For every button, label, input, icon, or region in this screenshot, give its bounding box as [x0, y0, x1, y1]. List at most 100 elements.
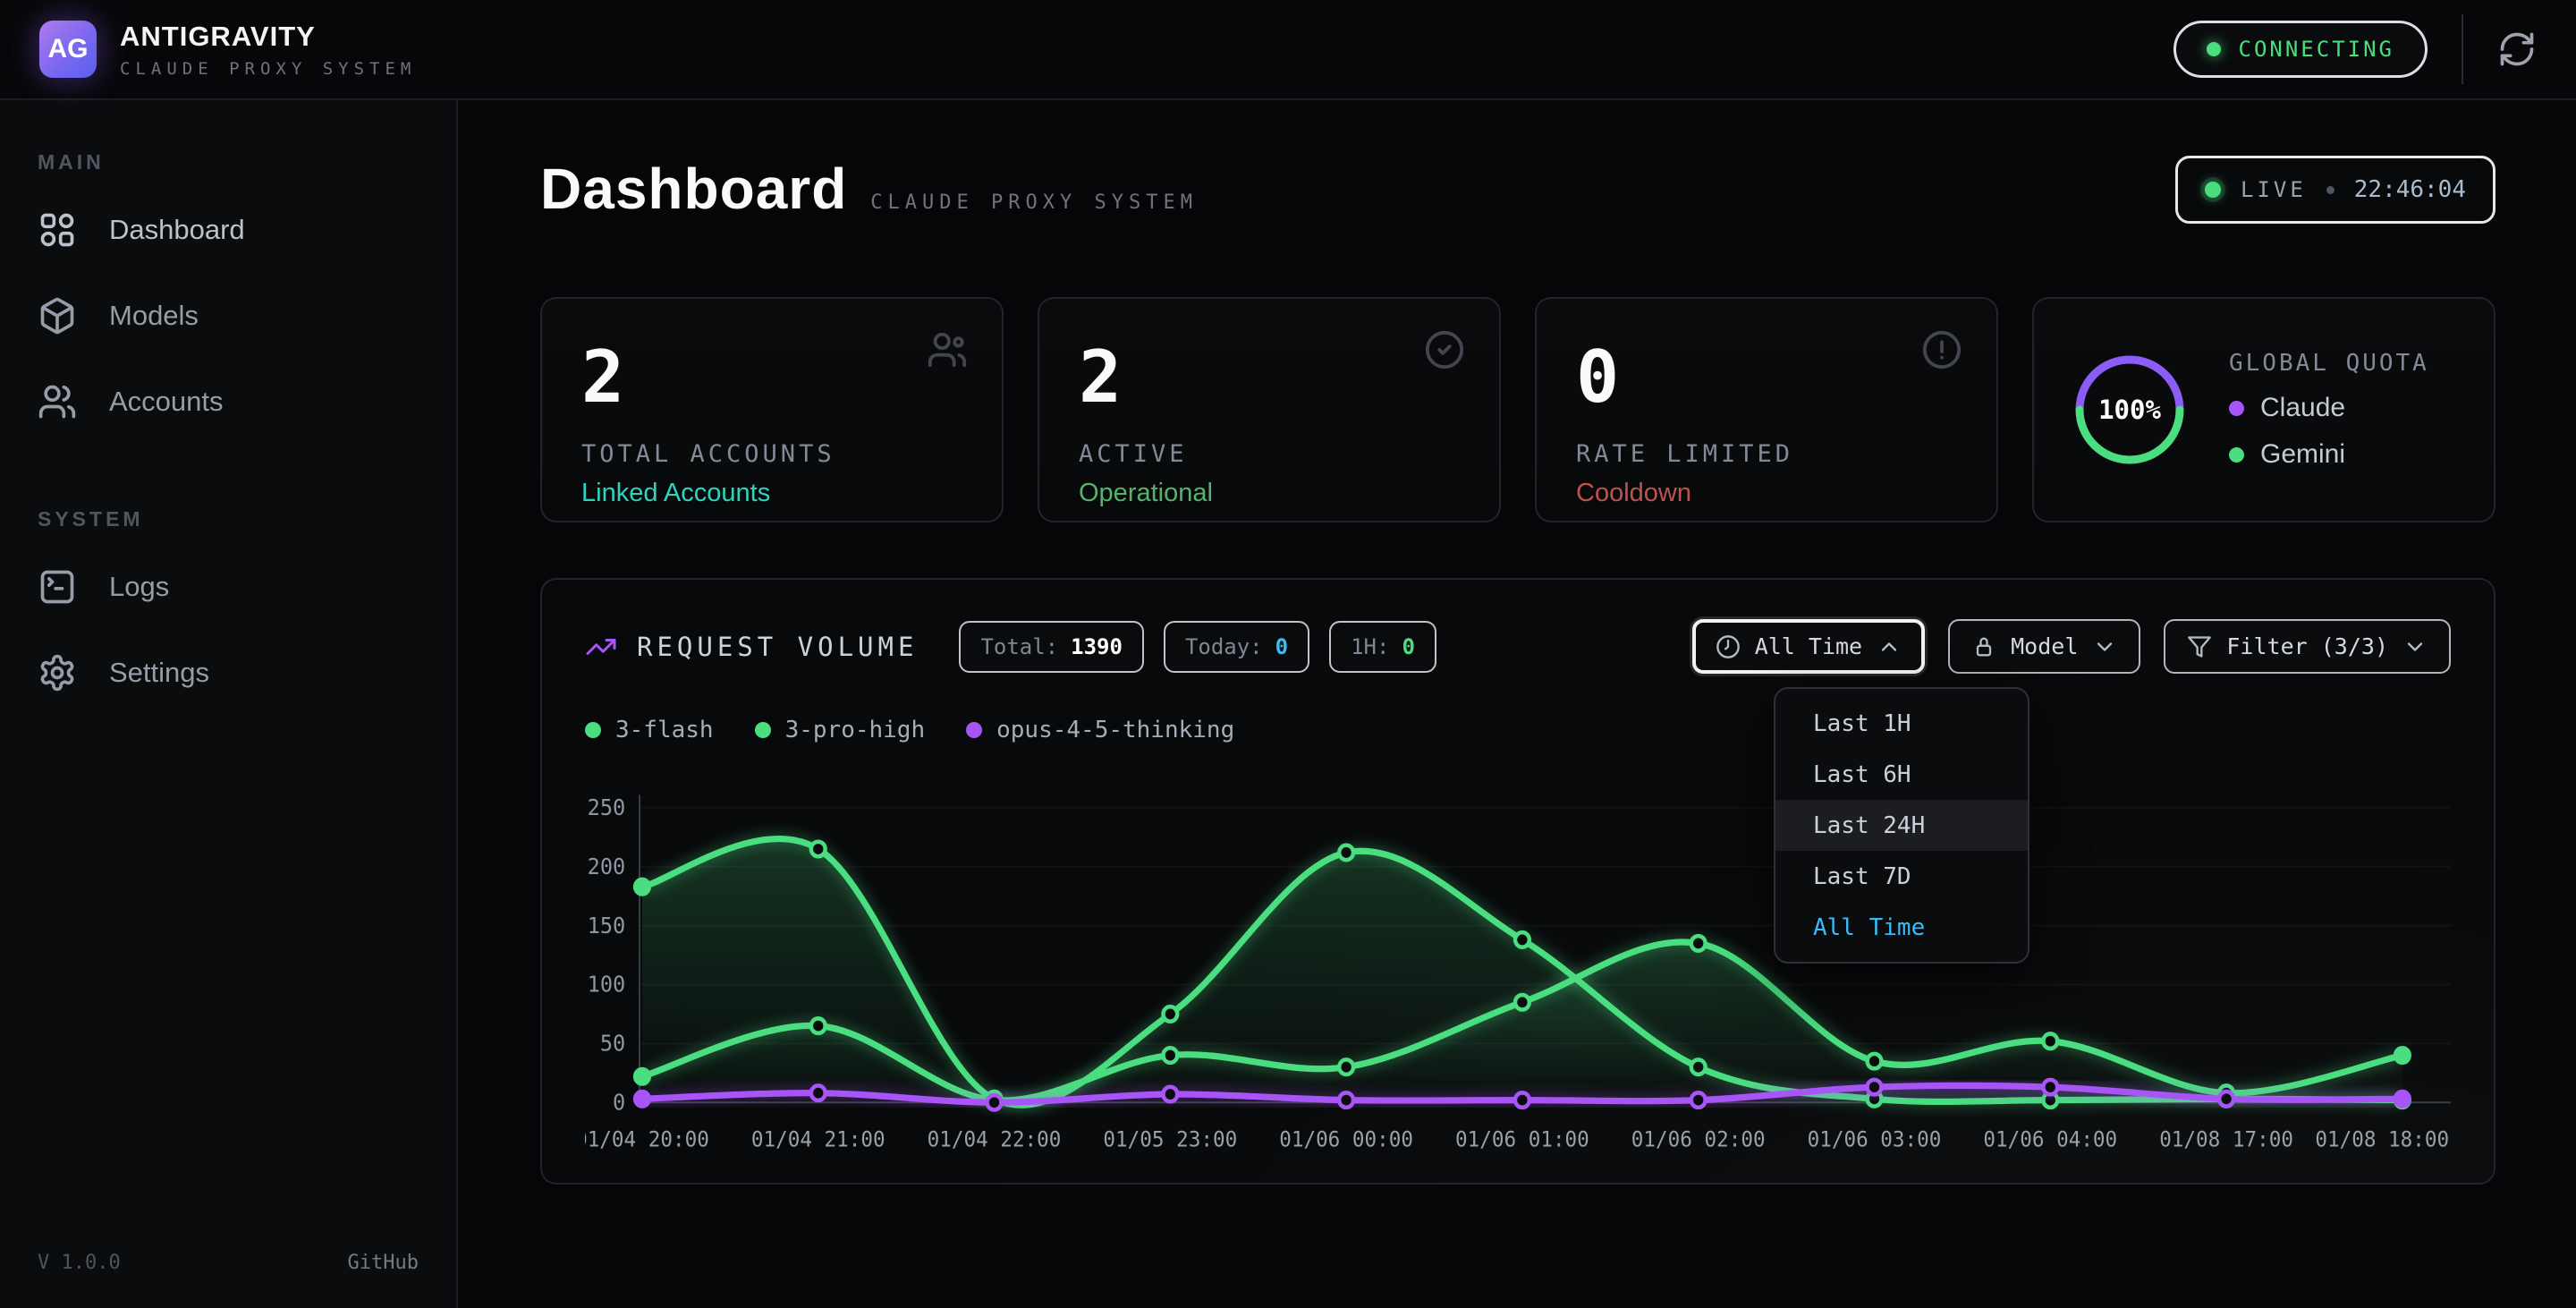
quota-legend-claude: Claude	[2229, 393, 2429, 423]
dropdown-item-last-7d[interactable]: Last 7D	[1775, 851, 2028, 902]
sidebar-item-dashboard[interactable]: Dashboard	[0, 187, 456, 273]
header-actions: CONNECTING	[2174, 14, 2538, 84]
users-icon	[927, 329, 968, 370]
terminal-icon	[38, 567, 77, 607]
legend-dot-icon	[585, 722, 601, 738]
pill-value: 0	[1275, 634, 1288, 659]
today-pill: Today: 0	[1164, 621, 1309, 673]
live-status-badge: LIVE 22:46:04	[2175, 156, 2496, 224]
pill-label: 1H:	[1351, 634, 1389, 659]
chart-stat-pills: Total: 1390 Today: 0 1H: 0	[959, 621, 1436, 673]
stat-card-total-accounts: 2 TOTAL ACCOUNTS Linked Accounts	[540, 297, 1004, 522]
app-logo: AG	[39, 21, 97, 78]
sidebar: MAIN Dashboard Models Accounts SYSTEM Lo…	[0, 100, 458, 1308]
sidebar-item-accounts[interactable]: Accounts	[0, 359, 456, 445]
stat-sublabel: Cooldown	[1576, 479, 1957, 508]
stat-label: ACTIVE	[1079, 440, 1460, 468]
sidebar-item-label: Settings	[109, 657, 209, 689]
quota-ring: 100%	[2070, 350, 2190, 470]
check-circle-icon	[1424, 329, 1465, 370]
svg-text:0: 0	[613, 1090, 625, 1116]
filter-button[interactable]: Filter (3/3)	[2164, 619, 2451, 674]
status-dot-icon	[2207, 42, 2221, 56]
svg-text:50: 50	[600, 1031, 625, 1057]
stat-label: TOTAL ACCOUNTS	[581, 440, 962, 468]
stat-value: 2	[1079, 342, 1460, 413]
stat-card-global-quota: 100% GLOBAL QUOTA Claude Gemini	[2032, 297, 2496, 522]
clock-icon	[1716, 634, 1741, 659]
chart-header: REQUEST VOLUME Total: 1390 Today: 0 1H: …	[585, 619, 2451, 674]
live-dot-icon	[2205, 182, 2221, 198]
alert-circle-icon	[1921, 329, 1962, 370]
legend-item-opus-4-5-thinking: opus-4-5-thinking	[966, 717, 1234, 743]
sidebar-item-label: Models	[109, 300, 199, 332]
sidebar-item-models[interactable]: Models	[0, 273, 456, 359]
connection-status-label: CONNECTING	[2239, 37, 2395, 62]
live-clock: 22:46:04	[2354, 176, 2466, 203]
pill-label: Total:	[980, 634, 1058, 659]
funnel-icon	[2187, 634, 2212, 659]
chart-controls: All Time Model	[1692, 619, 2451, 674]
gear-icon	[38, 653, 77, 692]
svg-text:01/08 17:00: 01/08 17:00	[2159, 1128, 2293, 1152]
legend-label: opus-4-5-thinking	[996, 717, 1234, 743]
line-chart-svg: 05010015020025001/04 20:0001/04 21:0001/…	[585, 780, 2451, 1158]
chart-legend: 3-flash3-pro-highopus-4-5-thinking	[585, 717, 2451, 743]
request-volume-card: REQUEST VOLUME Total: 1390 Today: 0 1H: …	[540, 578, 2496, 1185]
time-range-dropdown: Last 1HLast 6HLast 24HLast 7DAll Time	[1774, 687, 2029, 964]
stat-value: 0	[1576, 342, 1957, 413]
svg-text:01/08 18:00: 01/08 18:00	[2315, 1128, 2449, 1152]
live-label: LIVE	[2241, 177, 2307, 202]
filter-button-label: Filter (3/3)	[2226, 633, 2388, 659]
quota-percent: 100%	[2070, 350, 2190, 470]
chevron-down-icon	[2402, 634, 2428, 659]
pill-label: Today:	[1185, 634, 1263, 659]
stat-sublabel: Operational	[1079, 479, 1460, 508]
dropdown-item-last-1h[interactable]: Last 1H	[1775, 698, 2028, 749]
sidebar-item-label: Logs	[109, 571, 169, 603]
quota-legend-gemini: Gemini	[2229, 439, 2429, 470]
dropdown-item-last-24h[interactable]: Last 24H	[1775, 800, 2028, 851]
github-link[interactable]: GitHub	[348, 1252, 419, 1274]
svg-text:150: 150	[588, 913, 626, 939]
model-button-label: Model	[2011, 633, 2078, 659]
legend-dot-icon	[755, 722, 771, 738]
svg-text:250: 250	[588, 795, 626, 821]
main-content: Dashboard CLAUDE PROXY SYSTEM LIVE 22:46…	[460, 100, 2576, 1308]
svg-text:01/06 03:00: 01/06 03:00	[1808, 1128, 1942, 1152]
claude-dot-icon	[2229, 401, 2244, 416]
time-range-button[interactable]: All Time	[1692, 619, 1925, 674]
sidebar-item-logs[interactable]: Logs	[0, 544, 456, 630]
refresh-icon[interactable]	[2497, 30, 2537, 69]
page-title-wrap: Dashboard CLAUDE PROXY SYSTEM	[540, 156, 1198, 222]
legend-item-3-flash: 3-flash	[585, 717, 714, 743]
app-title: ANTIGRAVITY	[120, 21, 416, 53]
model-filter-button[interactable]: Model	[1948, 619, 2140, 674]
svg-text:01/06 00:00: 01/06 00:00	[1279, 1128, 1413, 1152]
svg-text:100: 100	[588, 972, 626, 998]
legend-label: 3-flash	[615, 717, 714, 743]
legend-dot-icon	[966, 722, 982, 738]
pill-value: 1390	[1071, 634, 1123, 659]
sidebar-item-settings[interactable]: Settings	[0, 630, 456, 716]
stat-card-rate-limited: 0 RATE LIMITED Cooldown	[1535, 297, 1998, 522]
one-hour-pill: 1H: 0	[1329, 621, 1436, 673]
connection-status-badge[interactable]: CONNECTING	[2174, 21, 2428, 78]
svg-text:01/04 20:00: 01/04 20:00	[585, 1128, 709, 1152]
stat-card-active: 2 ACTIVE Operational	[1038, 297, 1501, 522]
pill-value: 0	[1402, 634, 1414, 659]
svg-text:200: 200	[588, 854, 626, 879]
stat-value: 2	[581, 342, 962, 413]
dropdown-item-last-6h[interactable]: Last 6H	[1775, 749, 2028, 800]
quota-legend-label: Claude	[2260, 393, 2345, 423]
brand-block: ANTIGRAVITY CLAUDE PROXY SYSTEM	[120, 21, 416, 79]
layout-grid-icon	[38, 210, 77, 250]
chevron-up-icon	[1877, 634, 1902, 659]
request-volume-chart: 05010015020025001/04 20:0001/04 21:0001/…	[585, 780, 2451, 1158]
stats-row: 2 TOTAL ACCOUNTS Linked Accounts 2 ACTIV…	[540, 297, 2496, 522]
svg-text:01/06 01:00: 01/06 01:00	[1455, 1128, 1589, 1152]
sidebar-footer: V 1.0.0 GitHub	[38, 1252, 419, 1274]
dropdown-item-all-time[interactable]: All Time	[1775, 902, 2028, 953]
app-header: AG ANTIGRAVITY CLAUDE PROXY SYSTEM CONNE…	[0, 0, 2576, 100]
archive-box-icon	[1971, 634, 1996, 659]
